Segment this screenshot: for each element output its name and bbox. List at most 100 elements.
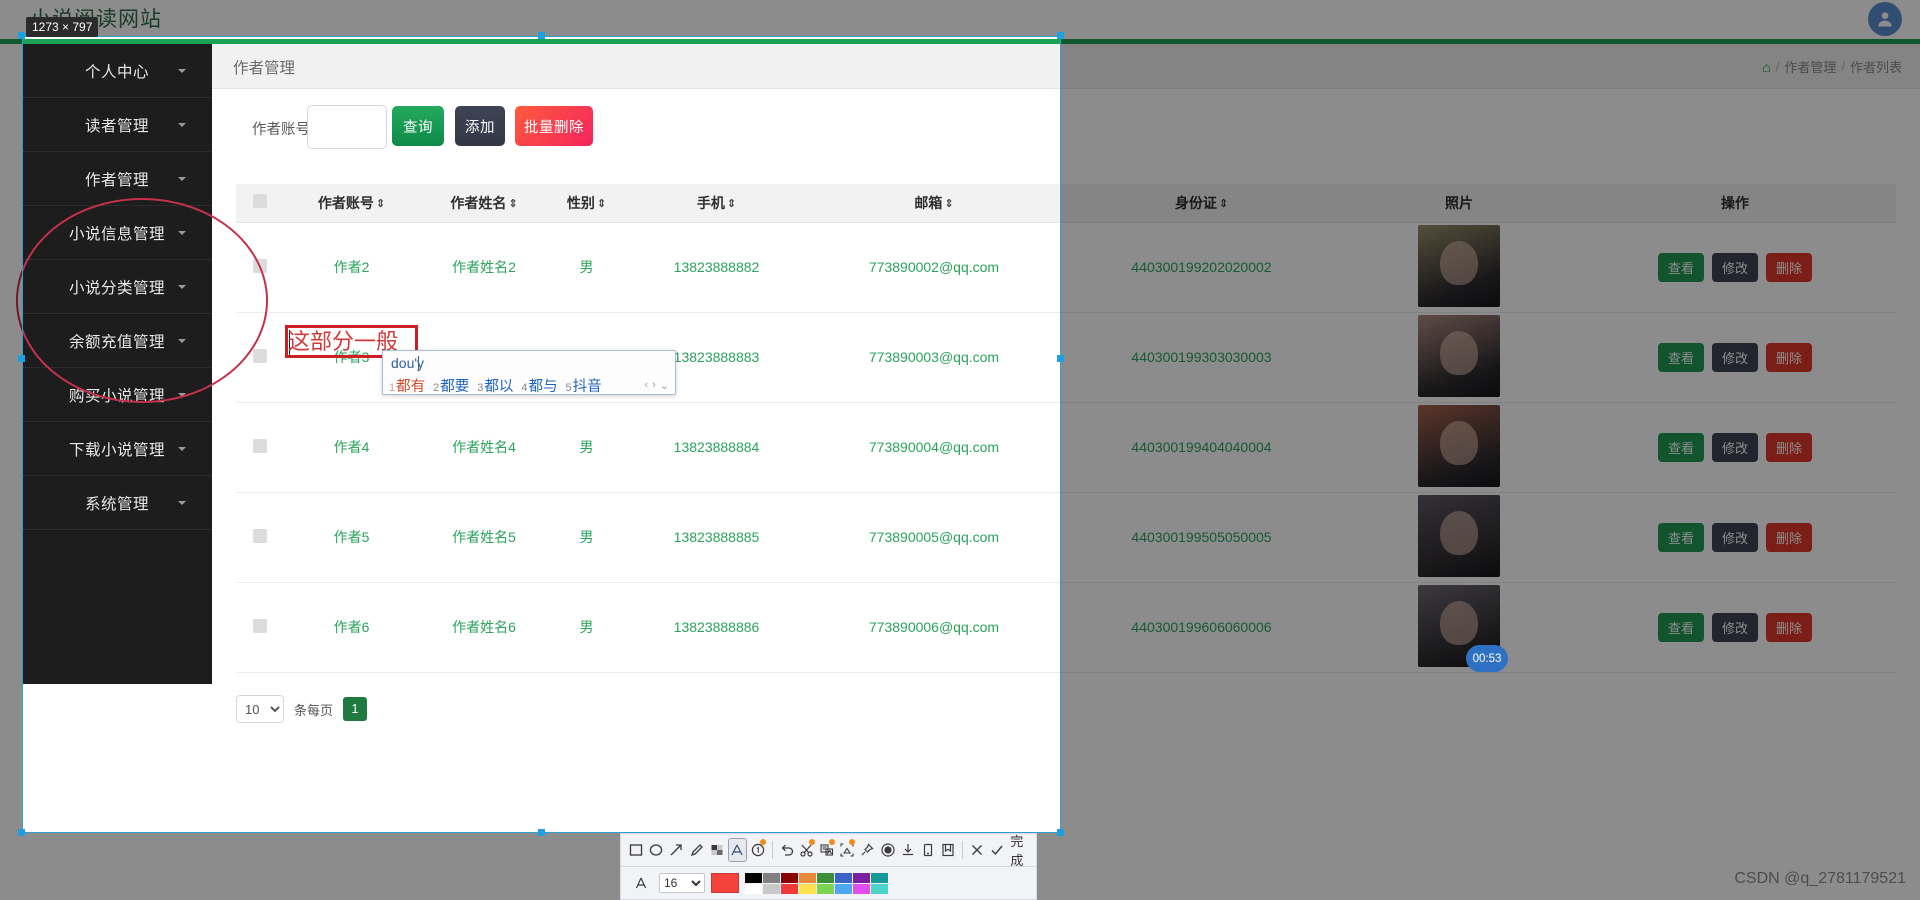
color-swatch-9[interactable] (763, 883, 780, 894)
delete-button[interactable]: 删除 (1766, 252, 1813, 282)
ime-candidate-5[interactable]: 5抖音 (566, 375, 602, 396)
color-swatch-7[interactable] (871, 872, 888, 883)
arrow-tool-icon[interactable] (667, 838, 685, 862)
ime-candidate-1[interactable]: 1都有 (389, 375, 425, 396)
author-account-input[interactable] (307, 105, 387, 149)
numbered-marker-icon[interactable] (749, 838, 767, 862)
sidebar-item-novel-info-management[interactable]: 小说信息管理 (22, 206, 212, 260)
current-color-swatch[interactable] (711, 873, 739, 893)
color-swatch-1[interactable] (763, 872, 780, 883)
row-checkbox-cell[interactable] (236, 402, 284, 493)
edit-button[interactable]: 修改 (1711, 252, 1758, 282)
row-checkbox-cell[interactable] (236, 312, 284, 403)
undo-icon[interactable] (778, 838, 796, 862)
color-swatch-11[interactable] (799, 883, 816, 894)
font-size-select[interactable]: 16 (659, 873, 705, 893)
view-button[interactable]: 查看 (1657, 342, 1704, 372)
ime-candidate-3[interactable]: 3都以 (477, 375, 513, 396)
sidebar-item-reader-management[interactable]: 读者管理 (22, 98, 212, 152)
color-swatch-3[interactable] (799, 872, 816, 883)
pen-tool-icon[interactable] (688, 838, 706, 862)
edit-button[interactable]: 修改 (1711, 432, 1758, 462)
breadcrumb-item-author-list[interactable]: 作者列表 (1850, 57, 1902, 76)
sidebar-item-novel-category-management[interactable]: 小说分类管理 (22, 260, 212, 314)
add-button[interactable]: 添加 (455, 106, 505, 146)
row-checkbox[interactable] (253, 618, 267, 633)
bookmark-icon[interactable] (939, 838, 957, 862)
sidebar-item-system-management[interactable]: 系统管理 (22, 476, 212, 530)
edit-button[interactable]: 修改 (1711, 342, 1758, 372)
ime-expand-icon[interactable]: ⌄ (660, 379, 669, 392)
author-photo[interactable] (1418, 224, 1500, 307)
ime-prev-page-icon[interactable]: ‹ (644, 379, 648, 392)
page-size-select[interactable]: 10 (236, 695, 284, 723)
user-avatar-icon[interactable] (1868, 2, 1902, 36)
mosaic-tool-icon[interactable] (708, 838, 726, 862)
color-swatch-0[interactable] (745, 872, 762, 883)
row-checkbox-cell[interactable] (236, 492, 284, 583)
delete-button[interactable]: 删除 (1766, 522, 1813, 552)
scissors-icon[interactable] (798, 838, 816, 862)
batch-delete-button[interactable]: 批量删除 (515, 106, 593, 146)
row-checkbox[interactable] (253, 258, 267, 273)
select-all-checkbox[interactable] (253, 194, 267, 209)
column-email[interactable]: 邮箱 ⇕ (809, 184, 1059, 223)
row-checkbox[interactable] (253, 528, 267, 543)
color-swatch-12[interactable] (817, 883, 834, 894)
column-name[interactable]: 作者姓名 ⇕ (419, 184, 549, 223)
ime-next-page-icon[interactable]: › (652, 379, 656, 392)
breadcrumb-item-author-management[interactable]: 作者管理 (1784, 57, 1836, 76)
ocr-icon[interactable] (818, 838, 836, 862)
view-button[interactable]: 查看 (1657, 522, 1704, 552)
author-photo[interactable] (1418, 404, 1500, 487)
color-swatch-8[interactable] (745, 883, 762, 894)
home-icon[interactable]: ⌂ (1762, 59, 1770, 75)
author-photo[interactable] (1418, 494, 1500, 577)
view-button[interactable]: 查看 (1657, 432, 1704, 462)
cancel-icon[interactable] (968, 838, 986, 862)
done-button[interactable]: 完成 (1008, 831, 1030, 869)
send-to-phone-icon[interactable] (919, 838, 937, 862)
delete-button[interactable]: 删除 (1766, 432, 1813, 462)
sort-icon[interactable]: ⇕ (508, 197, 517, 210)
author-photo[interactable] (1418, 314, 1500, 397)
delete-button[interactable]: 删除 (1766, 612, 1813, 642)
edit-button[interactable]: 修改 (1711, 612, 1758, 642)
text-tool-icon[interactable] (727, 838, 747, 862)
sort-icon[interactable]: ⇕ (376, 197, 385, 210)
sidebar-item-personal-center[interactable]: 个人中心 (22, 44, 212, 98)
sort-icon[interactable]: ⇕ (944, 197, 953, 210)
row-checkbox-cell[interactable] (236, 582, 284, 673)
color-swatch-2[interactable] (781, 872, 798, 883)
color-swatch-6[interactable] (853, 872, 870, 883)
column-account[interactable]: 作者账号 ⇕ (284, 184, 419, 223)
color-swatch-14[interactable] (853, 883, 870, 894)
ime-candidate-2[interactable]: 2都要 (433, 375, 469, 396)
confirm-check-icon[interactable] (988, 838, 1006, 862)
edit-button[interactable]: 修改 (1711, 522, 1758, 552)
sort-icon[interactable]: ⇕ (597, 197, 606, 210)
color-swatch-5[interactable] (835, 872, 852, 883)
sidebar-item-purchase-novel-management[interactable]: 购买小说管理 (22, 368, 212, 422)
pin-icon[interactable] (858, 838, 876, 862)
row-checkbox[interactable] (253, 348, 267, 363)
color-swatch-15[interactable] (871, 883, 888, 894)
rectangle-tool-icon[interactable] (627, 838, 645, 862)
sidebar-item-author-management[interactable]: 作者管理 (22, 152, 212, 206)
query-button[interactable]: 查询 (392, 106, 444, 146)
color-swatch-13[interactable] (835, 883, 852, 894)
view-button[interactable]: 查看 (1657, 252, 1704, 282)
column-gender[interactable]: 性别 ⇕ (549, 184, 624, 223)
delete-button[interactable]: 删除 (1766, 342, 1813, 372)
column-phone[interactable]: 手机 ⇕ (624, 184, 809, 223)
sidebar-item-balance-recharge-management[interactable]: 余额充值管理 (22, 314, 212, 368)
ellipse-tool-icon[interactable] (647, 838, 665, 862)
sort-icon[interactable]: ⇕ (727, 197, 736, 210)
download-icon[interactable] (899, 838, 917, 862)
sidebar-item-download-novel-management[interactable]: 下载小说管理 (22, 422, 212, 476)
view-button[interactable]: 查看 (1657, 612, 1704, 642)
image-search-icon[interactable] (838, 838, 856, 862)
sort-icon[interactable]: ⇕ (1219, 197, 1228, 210)
row-checkbox[interactable] (253, 438, 267, 453)
record-icon[interactable] (878, 838, 896, 862)
